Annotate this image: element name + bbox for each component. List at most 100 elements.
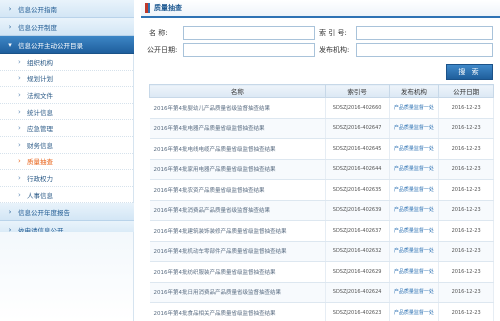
row-date: 2016-12-23 [438,241,494,262]
sub-item-label: 组织机构 [27,58,53,67]
nav-item-label: 信息公开指南 [18,5,57,14]
sidebar-background [0,232,134,321]
row-title-link[interactable]: 2016年第4批家用电器产品质量省级监督抽查结果 [149,159,326,180]
sub-item-label: 质量抽查 [27,158,53,167]
table-row: 2016年第4批消费品产品质量省级监督抽查结果 SDSZJ2016-402639 产… [149,200,494,221]
sub-item-quality-inspection[interactable]: › 质量抽查 [0,154,133,171]
row-index: SDSZJ2016-402637 [325,220,390,242]
chevron-right-icon: › [8,22,12,31]
title-marker-icon [145,3,150,13]
name-label: 名 称: [149,29,168,37]
nav-item-annual-report[interactable]: › 信息公开年度报告 [0,203,134,222]
row-title-link[interactable]: 2016年第4批机动车零部件产品质量省级监督抽查结果 [149,241,326,262]
row-date: 2016-12-23 [438,179,494,201]
date-input[interactable] [183,43,315,57]
main-panel: 质量抽查 名 称: 索 引 号: 公开日期: 发布机构: 搜 索 名称 索引号 … [141,0,500,321]
row-org: 产品质量监督一处 [389,179,440,201]
results-table: 名称 索引号 发布机构 公开日期 2016年第4批婴幼儿产品质量省级监督抽查结果… [149,84,494,321]
sub-item-admin-power[interactable]: › 行政权力 [0,170,133,187]
row-title-link[interactable]: 2016年第4批建筑装饰装修产品质量省级监督抽查结果 [149,220,326,242]
sub-item-label: 法规文件 [27,91,53,100]
table-row: 2016年第4批建筑装饰装修产品质量省级监督抽查结果 SDSZJ2016-4026… [149,220,494,242]
row-index: SDSZJ2016-402660 [325,97,390,119]
chevron-right-icon: › [8,207,12,216]
row-date: 2016-12-23 [438,220,494,242]
table-row: 2016年第4批电器产品质量省级监督抽查结果 SDSZJ2016-402647 产品… [149,118,494,139]
row-org: 产品质量监督一处 [389,159,440,180]
row-title-link[interactable]: 2016年第4批消费品产品质量省级监督抽查结果 [149,200,326,221]
sub-item-statistics[interactable]: › 统计信息 [0,104,133,121]
org-label: 发布机构: [319,46,350,54]
chevron-right-icon: › [18,90,21,99]
row-title-link[interactable]: 2016年第4批电器产品质量省级监督抽查结果 [149,118,326,139]
row-org: 产品质量监督一处 [389,118,440,139]
sub-item-label: 规划计划 [27,75,53,84]
sub-item-organization[interactable]: › 组织机构 [0,54,133,71]
row-title-link[interactable]: 2016年第4批日用消费品产品质量省级监督抽查结果 [149,282,326,303]
row-date: 2016-12-23 [438,138,494,160]
nav-item-label: 信息公开主动公开目录 [18,41,83,50]
table-row: 2016年第4批纺织服装产品质量省级监督抽查结果 SDSZJ2016-402629… [149,261,494,283]
nav-item-catalog[interactable]: ▾ 信息公开主动公开目录 [0,36,134,54]
row-date: 2016-12-23 [438,200,494,221]
column-header-org[interactable]: 发布机构 [388,84,440,98]
table-row: 2016年第4批电线电缆产品质量省级监督抽查结果 SDSZJ2016-402645… [149,138,494,160]
table-row: 2016年第4批家用电器产品质量省级监督抽查结果 SDSZJ2016-402644… [149,159,494,180]
row-org: 产品质量监督一处 [389,261,440,283]
row-org: 产品质量监督一处 [389,200,440,221]
row-org: 产品质量监督一处 [389,97,440,119]
org-row: 发布机构: [319,43,493,57]
chevron-right-icon: › [18,107,21,116]
table-row: 2016年第4批日用消费品产品质量省级监督抽查结果 SDSZJ2016-40262… [149,282,494,303]
sub-item-emergency[interactable]: › 应急管理 [0,120,133,137]
sub-item-label: 行政权力 [27,174,53,183]
org-input[interactable] [356,43,493,57]
nav-item-label: 信息公开制度 [18,23,57,32]
sub-item-label: 统计信息 [27,108,53,117]
row-index: SDSZJ2016-402645 [325,138,390,160]
row-title-link[interactable]: 2016年第4批食品相关产品质量省级监督抽查结果 [149,302,326,321]
row-org: 产品质量监督一处 [389,282,440,303]
row-org: 产品质量监督一处 [389,220,440,242]
nav-item-system[interactable]: › 信息公开制度 [0,18,134,36]
date-label: 公开日期: [147,46,178,54]
sub-item-regulations[interactable]: › 法规文件 [0,87,133,104]
column-header-date[interactable]: 公开日期 [438,84,494,98]
name-input[interactable] [183,26,315,40]
table-row: 2016年第4批食品相关产品质量省级监督抽查结果 SDSZJ2016-402623… [149,302,494,321]
nav-item-guide[interactable]: › 信息公开指南 [0,0,134,18]
index-row: 索 引 号: [319,26,493,40]
sub-item-finance[interactable]: › 财务信息 [0,137,133,154]
chevron-right-icon: › [18,74,21,83]
row-index: SDSZJ2016-402632 [325,241,390,262]
row-title-link[interactable]: 2016年第4批农资产品质量省级监督抽查结果 [149,179,326,201]
chevron-right-icon: › [18,140,21,149]
sub-item-label: 应急管理 [27,125,53,134]
search-button[interactable]: 搜 索 [446,64,493,80]
sub-item-planning[interactable]: › 规划计划 [0,71,133,88]
column-header-name[interactable]: 名称 [149,84,326,98]
sub-item-personnel[interactable]: › 人事信息 [0,187,133,204]
row-date: 2016-12-23 [438,302,494,321]
row-index: SDSZJ2016-402624 [325,282,390,303]
left-navigation: › 信息公开指南 › 信息公开制度 ▾ 信息公开主动公开目录 › 组织机构 › 规划… [0,0,134,321]
row-date: 2016-12-23 [438,118,494,139]
sub-item-label: 财务信息 [27,141,53,150]
row-index: SDSZJ2016-402639 [325,200,390,221]
sub-item-label: 人事信息 [27,191,53,200]
row-title-link[interactable]: 2016年第4批婴幼儿产品质量省级监督抽查结果 [149,97,326,119]
row-index: SDSZJ2016-402644 [325,159,390,180]
nav-item-label: 信息公开年度报告 [18,208,70,217]
chevron-right-icon: › [18,157,21,166]
chevron-right-icon: › [18,190,21,199]
row-date: 2016-12-23 [438,261,494,283]
row-title-link[interactable]: 2016年第4批电线电缆产品质量省级监督抽查结果 [149,138,326,160]
row-title-link[interactable]: 2016年第4批纺织服装产品质量省级监督抽查结果 [149,261,326,283]
catalog-submenu: › 组织机构 › 规划计划 › 法规文件 › 统计信息 › 应急管理 › 财务信息 › 质量抽… [0,54,134,204]
index-input[interactable] [356,26,493,40]
column-header-index[interactable]: 索引号 [324,84,390,98]
row-org: 产品质量监督一处 [389,241,440,262]
table-row: 2016年第4批农资产品质量省级监督抽查结果 SDSZJ2016-402635 产品… [149,179,494,201]
row-index: SDSZJ2016-402635 [325,179,390,201]
row-date: 2016-12-23 [438,159,494,180]
